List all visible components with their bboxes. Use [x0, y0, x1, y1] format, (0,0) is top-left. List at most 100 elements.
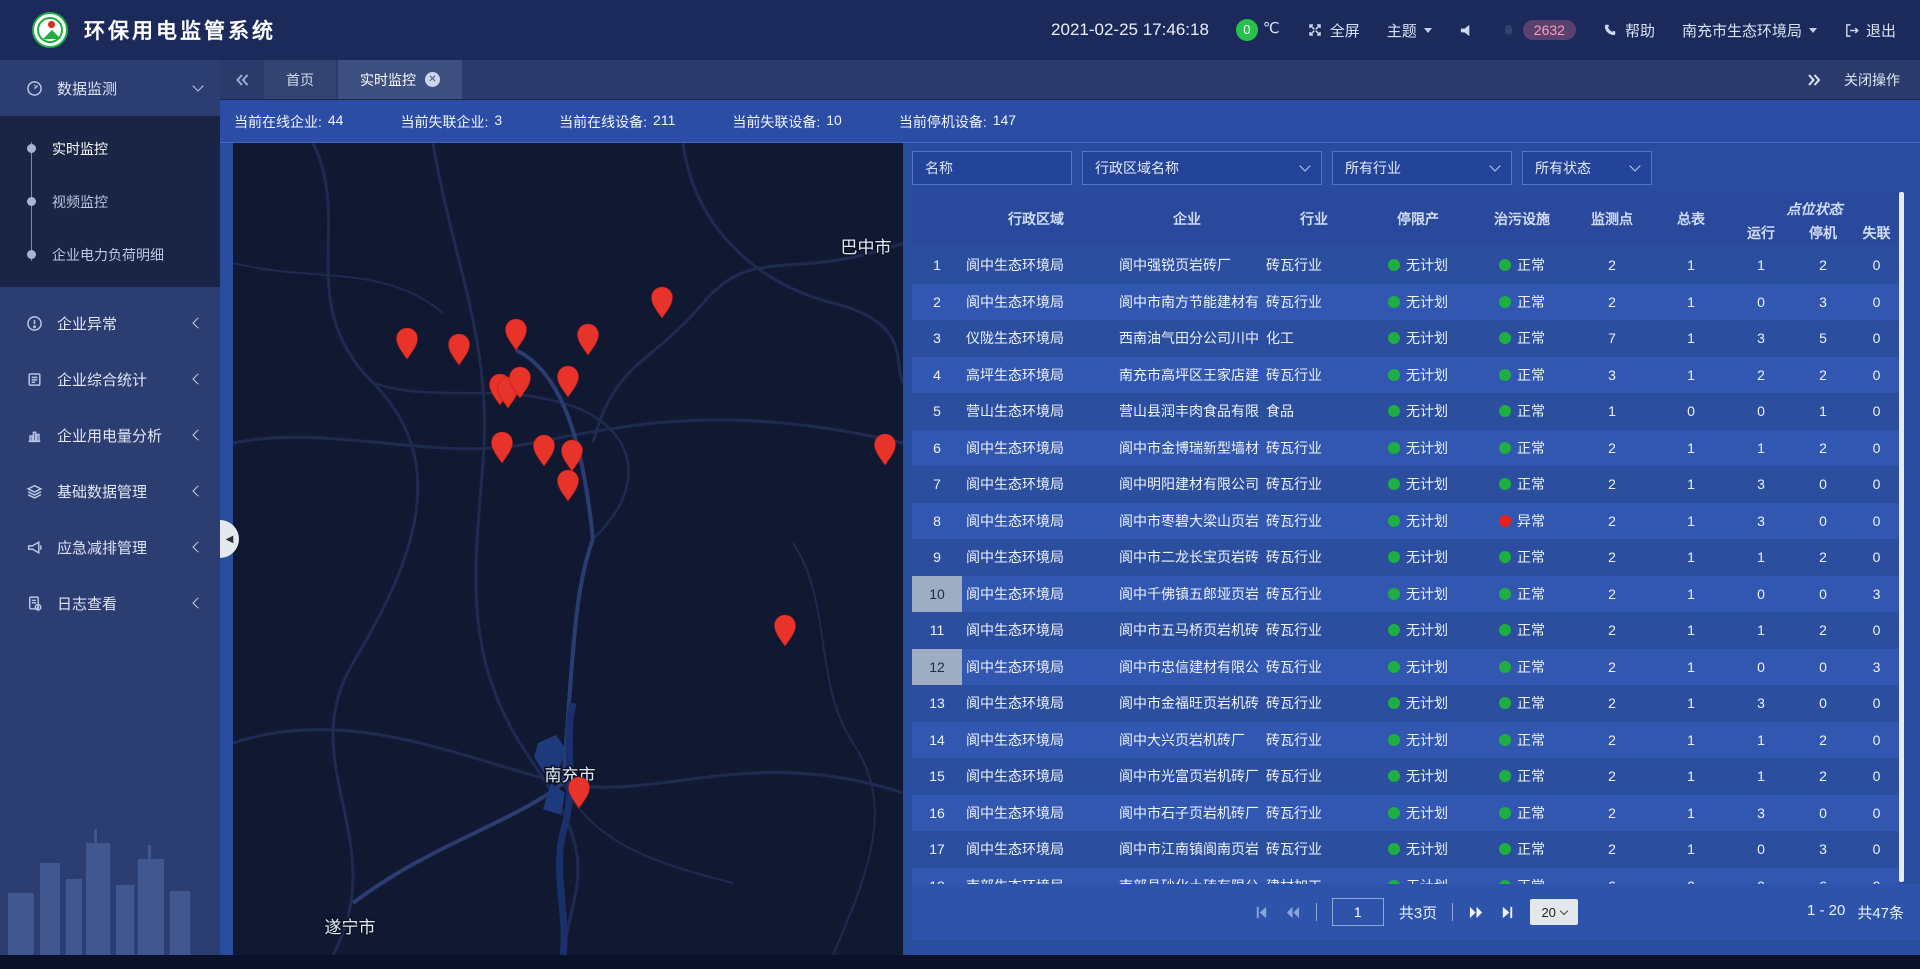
sidebar-item-emergency-reduction[interactable]: 应急减排管理 — [0, 519, 220, 575]
cell-points: 2 — [1572, 247, 1652, 284]
cell-run: 0 — [1730, 284, 1792, 321]
sidebar-item-enterprise-statistics[interactable]: 企业综合统计 — [0, 351, 220, 407]
sidebar-item-power-analysis[interactable]: 企业用电量分析 — [0, 407, 220, 463]
column-total-meters[interactable]: 总表 — [1652, 209, 1730, 229]
column-company[interactable]: 企业 — [1110, 209, 1264, 229]
speaker-icon[interactable] — [1459, 23, 1474, 38]
table-row[interactable]: 18南部生态环境局南部县砂化土砖有限公建材加工无计划正常60060 — [912, 868, 1899, 885]
table-row[interactable]: 13阆中生态环境局阆中市金福旺页岩机砖砖瓦行业无计划正常21300 — [912, 685, 1899, 722]
next-page-button[interactable] — [1468, 905, 1485, 920]
cell-company: 阆中市五马桥页岩机砖 — [1110, 612, 1264, 649]
total-pages-label: 共3页 — [1399, 902, 1437, 923]
table-scrollbar[interactable] — [1899, 192, 1904, 882]
table-row[interactable]: 10阆中生态环境局阆中千佛镇五郎垭页岩砖瓦行业无计划正常21003 — [912, 576, 1899, 613]
last-page-button[interactable] — [1500, 905, 1515, 920]
column-region[interactable]: 行政区域 — [962, 209, 1110, 229]
table-row[interactable]: 1阆中生态环境局阆中强锐页岩砖厂砖瓦行业无计划正常21120 — [912, 247, 1899, 284]
sidebar-item-power-load-detail[interactable]: 企业电力负荷明细 — [0, 228, 220, 281]
theme-dropdown[interactable]: 主题 — [1387, 20, 1432, 41]
cell-company: 西南油气田分公司川中 — [1110, 320, 1264, 357]
column-running[interactable]: 运行 — [1730, 223, 1792, 243]
page-input[interactable] — [1332, 898, 1384, 926]
name-filter-input[interactable] — [912, 151, 1072, 185]
table-row[interactable]: 17阆中生态环境局阆中市江南镇阆南页岩砖瓦行业无计划正常21030 — [912, 831, 1899, 868]
table-row[interactable]: 12阆中生态环境局阆中市忠信建材有限公砖瓦行业无计划正常21003 — [912, 649, 1899, 686]
cell-region: 仪陇生态环境局 — [962, 320, 1110, 357]
region-filter-select[interactable]: 行政区域名称 — [1082, 151, 1322, 185]
table-row[interactable]: 8阆中生态环境局阆中市枣碧大梁山页岩砖瓦行业无计划异常21300 — [912, 503, 1899, 540]
logout-button[interactable]: 退出 — [1844, 20, 1896, 41]
column-industry[interactable]: 行业 — [1264, 209, 1364, 229]
table-row[interactable]: 15阆中生态环境局阆中市光富页岩机砖厂砖瓦行业无计划正常21120 — [912, 758, 1899, 795]
notification-count-badge: 2632 — [1523, 20, 1576, 40]
bottom-strip — [0, 955, 1920, 969]
table-row[interactable]: 14阆中生态环境局阆中大兴页岩机砖厂砖瓦行业无计划正常21120 — [912, 722, 1899, 759]
notifications[interactable]: 2632 — [1501, 20, 1576, 40]
cell-industry: 砖瓦行业 — [1264, 357, 1364, 394]
chevron-left-icon — [192, 541, 203, 552]
cell-region: 阆中生态环境局 — [962, 466, 1110, 503]
table-row[interactable]: 16阆中生态环境局阆中市石子页岩机砖厂砖瓦行业无计划正常21300 — [912, 795, 1899, 832]
cell-industry: 砖瓦行业 — [1264, 576, 1364, 613]
cell-region: 阆中生态环境局 — [962, 722, 1110, 759]
prev-page-button[interactable] — [1284, 905, 1301, 920]
help-button[interactable]: 帮助 — [1603, 20, 1655, 41]
page-size-select[interactable]: 20 — [1530, 899, 1578, 925]
user-dropdown[interactable]: 南充市生态环境局 — [1682, 20, 1817, 41]
close-tab-icon[interactable]: ✕ — [425, 72, 440, 87]
table-row[interactable]: 6阆中生态环境局阆中市金博瑞新型墙材砖瓦行业无计划正常21120 — [912, 430, 1899, 467]
table-row[interactable]: 4高坪生态环境局南充市高坪区王家店建砖瓦行业无计划正常31220 — [912, 357, 1899, 394]
tab-realtime-monitoring[interactable]: 实时监控 ✕ — [338, 60, 462, 99]
column-limit-production[interactable]: 停限产 — [1364, 209, 1472, 229]
table-row[interactable]: 7阆中生态环境局阆中明阳建材有限公司砖瓦行业无计划正常21300 — [912, 466, 1899, 503]
fullscreen-button[interactable]: 全屏 — [1307, 20, 1360, 41]
status-filter-select[interactable]: 所有状态 — [1522, 151, 1652, 185]
status-dot — [1388, 624, 1400, 636]
sidebar-item-enterprise-abnormal[interactable]: 企业异常 — [0, 295, 220, 351]
column-stopped[interactable]: 停机 — [1792, 223, 1854, 243]
close-operations-button[interactable]: 关闭操作 — [1844, 70, 1900, 90]
table-row[interactable]: 5营山生态环境局营山县润丰肉食品有限食品无计划正常10010 — [912, 393, 1899, 430]
chevron-down-icon — [1560, 906, 1568, 914]
column-offline[interactable]: 失联 — [1854, 223, 1899, 243]
sidebar-item-realtime-monitoring[interactable]: 实时监控 — [0, 122, 220, 175]
cell-n: 11 — [912, 612, 962, 649]
cell-lost: 3 — [1854, 576, 1899, 613]
cell-n: 13 — [912, 685, 962, 722]
chevron-down-icon — [1809, 28, 1817, 37]
table-row[interactable]: 9阆中生态环境局阆中市二龙长宝页岩砖砖瓦行业无计划正常21120 — [912, 539, 1899, 576]
column-monitor-points[interactable]: 监测点 — [1572, 209, 1652, 229]
table-row[interactable]: 3仪陇生态环境局西南油气田分公司川中化工无计划正常71350 — [912, 320, 1899, 357]
sidebar-item-video-monitoring[interactable]: 视频监控 — [0, 175, 220, 228]
first-page-button[interactable] — [1254, 905, 1269, 920]
table-row[interactable]: 2阆中生态环境局阆中市南方节能建材有砖瓦行业无计划正常21030 — [912, 284, 1899, 321]
status-dot — [1499, 734, 1511, 746]
status-dot — [1499, 843, 1511, 855]
chevron-down-icon — [192, 80, 203, 91]
cell-meters: 1 — [1652, 247, 1730, 284]
status-dot — [1499, 661, 1511, 673]
column-pollution-facility[interactable]: 治污设施 — [1472, 209, 1572, 229]
table-header: 行政区域 企业 行业 停限产 治污设施 监测点 总表 点位状态 运行 停机 失联 — [912, 191, 1899, 247]
cell-facility: 正常 — [1472, 758, 1572, 795]
cell-facility: 正常 — [1472, 649, 1572, 686]
table-row[interactable]: 11阆中生态环境局阆中市五马桥页岩机砖砖瓦行业无计划正常21120 — [912, 612, 1899, 649]
cell-region: 阆中生态环境局 — [962, 576, 1110, 613]
sidebar-item-log-viewer[interactable]: 日志查看 — [0, 575, 220, 631]
cell-lost: 0 — [1854, 722, 1899, 759]
sidebar-item-data-monitoring[interactable]: 数据监测 — [0, 60, 220, 116]
cell-industry: 砖瓦行业 — [1264, 758, 1364, 795]
map-panel[interactable]: 巴中市南充市遂宁市 — [233, 143, 903, 955]
cell-lost: 0 — [1854, 357, 1899, 394]
double-chevron-right-icon[interactable] — [1806, 72, 1822, 88]
cell-company: 阆中市江南镇阆南页岩 — [1110, 831, 1264, 868]
tab-home[interactable]: 首页 — [264, 60, 336, 99]
cell-n: 4 — [912, 357, 962, 394]
sidebar-item-basic-data[interactable]: 基础数据管理 — [0, 463, 220, 519]
cell-company: 阆中市枣碧大梁山页岩 — [1110, 503, 1264, 540]
chevron-left-icon — [192, 429, 203, 440]
cell-facility: 正常 — [1472, 284, 1572, 321]
industry-filter-select[interactable]: 所有行业 — [1332, 151, 1512, 185]
tabs-scroll-left-button[interactable] — [220, 60, 264, 99]
cell-run: 1 — [1730, 247, 1792, 284]
